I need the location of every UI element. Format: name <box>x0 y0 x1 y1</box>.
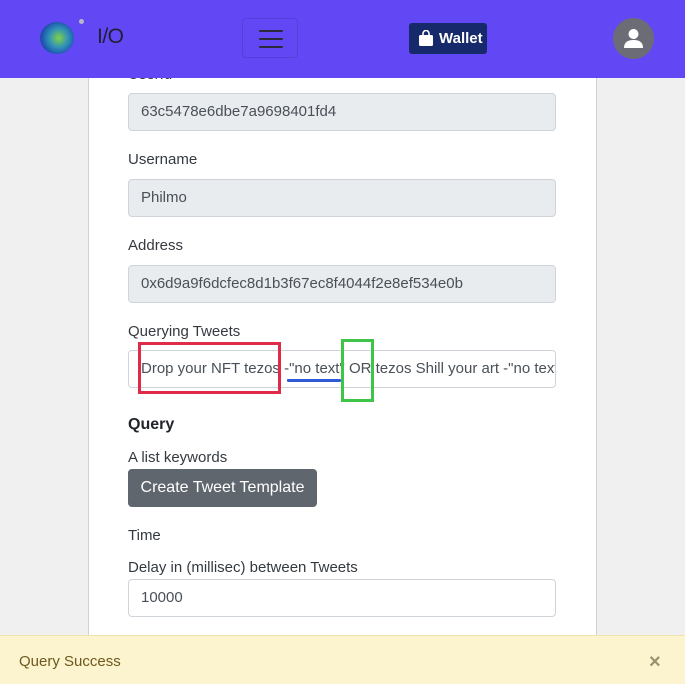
brand-title[interactable]: I/O <box>97 25 124 49</box>
username-label: Username <box>128 151 198 168</box>
user-avatar-icon <box>624 29 643 48</box>
toast-message: Query Success <box>19 653 121 670</box>
time-label: Time <box>128 527 161 544</box>
delay-label: Delay in (millisec) between Tweets <box>128 559 358 576</box>
wallet-label: Wallet <box>439 30 483 47</box>
highlight-box-red <box>138 342 281 394</box>
username-field[interactable]: Philmo <box>128 179 556 217</box>
logo-icon[interactable] <box>40 22 74 54</box>
highlight-box-green <box>341 339 374 402</box>
query-heading: Query <box>128 416 175 433</box>
menu-toggle-button[interactable] <box>242 18 298 58</box>
address-field[interactable]: 0x6d9a9f6dcfec8d1b3f67ec8f4044f2e8ef534e… <box>128 265 556 303</box>
delay-input[interactable]: 10000 <box>128 579 556 617</box>
wallet-button[interactable]: Wallet <box>409 23 487 54</box>
top-navbar: I/O Wallet <box>0 0 685 78</box>
menu-icon <box>259 30 283 32</box>
create-tweet-template-button[interactable]: Create Tweet Template <box>128 469 317 507</box>
highlight-underline-blue <box>287 379 341 382</box>
logo-dot <box>79 19 84 24</box>
user-id-field[interactable]: 63c5478e6dbe7a9698401fd4 <box>128 93 556 131</box>
address-label: Address <box>128 237 184 254</box>
keywords-label: A list keywords <box>128 449 228 466</box>
close-icon[interactable]: × <box>649 651 661 674</box>
wallet-bag-icon <box>419 30 433 46</box>
success-toast: Query Success × <box>0 635 685 684</box>
user-avatar-button[interactable] <box>613 18 654 59</box>
querying-tweets-label: Querying Tweets <box>128 323 241 340</box>
